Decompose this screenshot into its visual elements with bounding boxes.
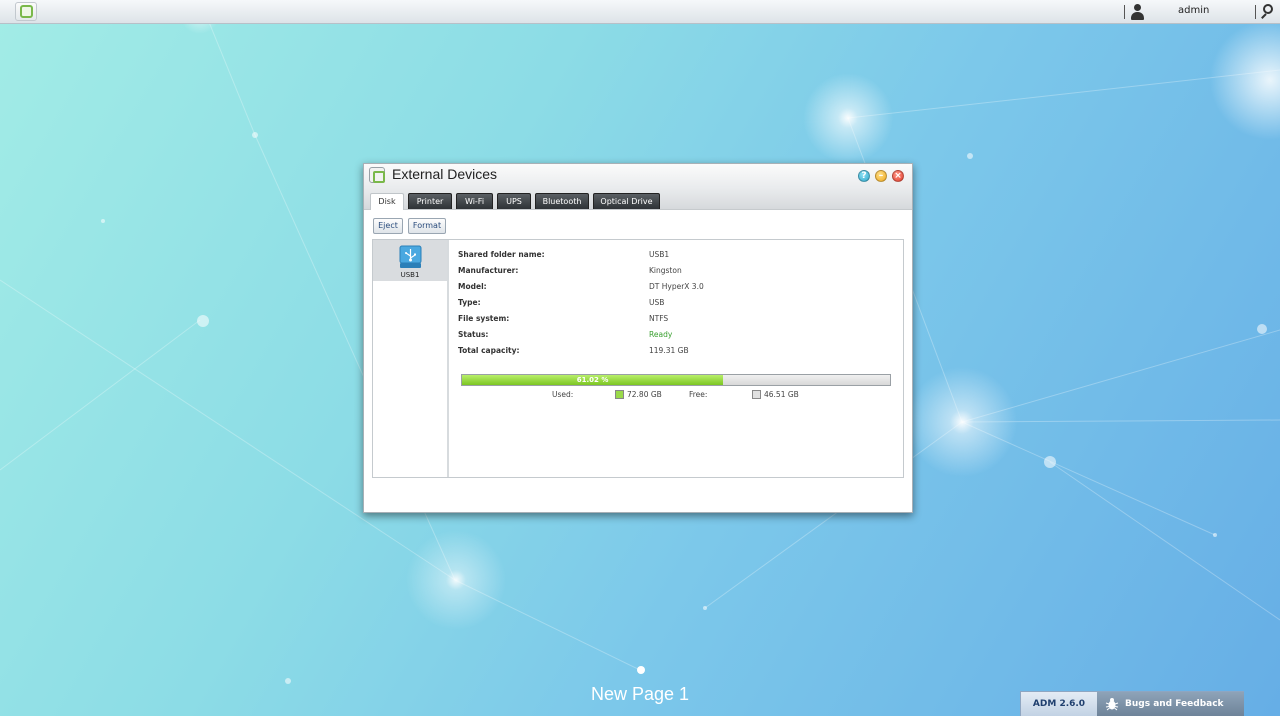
free-swatch: [752, 390, 761, 399]
tab-printer[interactable]: Printer: [408, 193, 452, 209]
free-label: Free:: [689, 390, 708, 399]
detail-row: Manufacturer: Kingston: [458, 266, 898, 278]
usb-drive-icon: [399, 245, 422, 268]
page-indicator-dot[interactable]: [637, 666, 645, 674]
detail-key: Total capacity:: [458, 346, 520, 355]
detail-value: NTFS: [649, 314, 669, 323]
separator: [1124, 5, 1125, 19]
detail-row: Model: DT HyperX 3.0: [458, 282, 898, 294]
detail-key: Shared folder name:: [458, 250, 545, 259]
eject-button[interactable]: Eject: [373, 218, 403, 234]
detail-row: Status: Ready: [458, 330, 898, 342]
home-icon: [20, 5, 33, 18]
help-button[interactable]: ?: [858, 170, 870, 182]
bugs-and-feedback-button[interactable]: Bugs and Feedback: [1097, 692, 1244, 716]
feedback-label: Bugs and Feedback: [1125, 699, 1224, 709]
minimize-button[interactable]: –: [875, 170, 887, 182]
separator: [1255, 5, 1256, 19]
device-item-usb1[interactable]: USB1: [373, 240, 447, 281]
window-titlebar[interactable]: External Devices ? – × Disk Printer Wi-F…: [364, 164, 912, 210]
status-value: Ready: [649, 330, 673, 339]
detail-value: 119.31 GB: [649, 346, 689, 355]
detail-value: DT HyperX 3.0: [649, 282, 704, 291]
window-title: External Devices: [392, 166, 498, 182]
external-devices-window: External Devices ? – × Disk Printer Wi-F…: [363, 163, 913, 513]
detail-value: USB: [649, 298, 665, 307]
used-label: Used:: [552, 390, 574, 399]
detail-row: Type: USB: [458, 298, 898, 310]
footer-bar: ADM 2.6.0 Beta Bugs and Feedback: [1020, 691, 1244, 716]
version-label: ADM 2.6.0 Beta: [1032, 699, 1086, 709]
device-label: USB1: [400, 271, 420, 279]
usage-percent: 61.02 %: [576, 376, 609, 384]
free-value: 46.51 GB: [764, 390, 799, 399]
tab-bluetooth[interactable]: Bluetooth: [535, 193, 589, 209]
detail-value: Kingston: [649, 266, 682, 275]
detail-key: Type:: [458, 298, 481, 307]
tab-ups[interactable]: UPS: [497, 193, 531, 209]
tab-optical-drive[interactable]: Optical Drive: [593, 193, 660, 209]
tab-wifi[interactable]: Wi-Fi: [456, 193, 493, 209]
bug-icon: [1105, 698, 1119, 711]
user-icon[interactable]: [1130, 4, 1144, 20]
username-label[interactable]: admin: [1178, 5, 1209, 16]
detail-value: USB1: [649, 250, 670, 259]
used-swatch: [615, 390, 624, 399]
used-value: 72.80 GB: [627, 390, 662, 399]
tab-disk[interactable]: Disk: [370, 193, 404, 210]
detail-row: Total capacity: 119.31 GB: [458, 346, 898, 358]
top-bar: admin: [0, 0, 1280, 24]
usage-bar: 61.02 %: [461, 374, 891, 386]
desktop-page-title: New Page 1: [590, 684, 690, 704]
format-button[interactable]: Format: [408, 218, 446, 234]
device-panel: USB1 Shared folder name: USB1 Manufactur…: [372, 239, 904, 478]
detail-key: Model:: [458, 282, 487, 291]
home-button[interactable]: [15, 2, 37, 21]
detail-key: Manufacturer:: [458, 266, 519, 275]
search-icon[interactable]: [1259, 3, 1275, 20]
device-list: USB1: [373, 240, 449, 477]
close-button[interactable]: ×: [892, 170, 904, 182]
detail-key: Status:: [458, 330, 489, 339]
detail-key: File system:: [458, 314, 510, 323]
external-devices-app-icon: [369, 167, 385, 183]
detail-row: Shared folder name: USB1: [458, 250, 898, 262]
detail-row: File system: NTFS: [458, 314, 898, 326]
